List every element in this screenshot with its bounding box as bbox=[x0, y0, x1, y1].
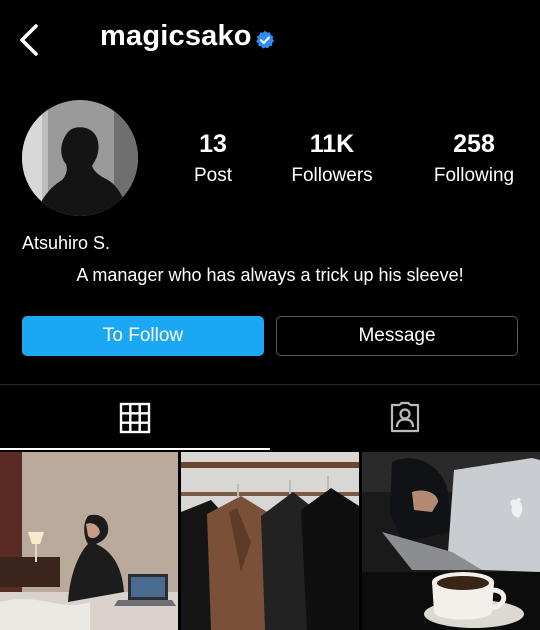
tabs-divider bbox=[0, 384, 540, 385]
stat-following-label: Following bbox=[433, 165, 515, 186]
stat-followers-value: 11K bbox=[309, 130, 355, 158]
post-photo-2 bbox=[181, 452, 359, 630]
grid-icon bbox=[119, 402, 151, 434]
profile-full-name: Atsuhiro S. bbox=[22, 233, 111, 253]
post-thumbnail-1[interactable] bbox=[0, 452, 178, 630]
stat-following[interactable]: 258 Following bbox=[424, 130, 524, 188]
verified-badge-icon bbox=[256, 30, 275, 49]
profile-avatar[interactable] bbox=[22, 100, 138, 216]
profile-header: magicsako bbox=[0, 0, 540, 80]
post-photo-1 bbox=[0, 452, 178, 630]
post-thumbnail-3[interactable] bbox=[362, 452, 540, 630]
back-button[interactable] bbox=[14, 22, 48, 56]
tagged-user-icon bbox=[390, 401, 420, 433]
profile-username: magicsako bbox=[100, 20, 252, 52]
profile-bio: A manager who has always a trick up his … bbox=[76, 265, 464, 285]
stat-posts-value: 13 bbox=[199, 130, 227, 158]
stat-posts[interactable]: 13 Post bbox=[173, 130, 253, 188]
stat-followers-label: Followers bbox=[291, 165, 373, 186]
active-tab-indicator bbox=[0, 448, 270, 450]
message-button[interactable]: Message bbox=[276, 316, 518, 356]
post-photo-3 bbox=[362, 452, 540, 630]
stat-following-value: 258 bbox=[453, 130, 495, 158]
avatar-photo bbox=[22, 100, 138, 216]
chevron-left-icon bbox=[20, 24, 38, 56]
post-thumbnail-2[interactable] bbox=[181, 452, 359, 630]
stat-posts-label: Post bbox=[193, 165, 233, 186]
stat-followers[interactable]: 11K Followers bbox=[282, 130, 382, 188]
tab-posts-grid[interactable] bbox=[0, 390, 270, 446]
follow-button[interactable]: To Follow bbox=[22, 316, 264, 356]
posts-grid bbox=[0, 452, 540, 630]
tab-tagged[interactable] bbox=[270, 390, 540, 446]
